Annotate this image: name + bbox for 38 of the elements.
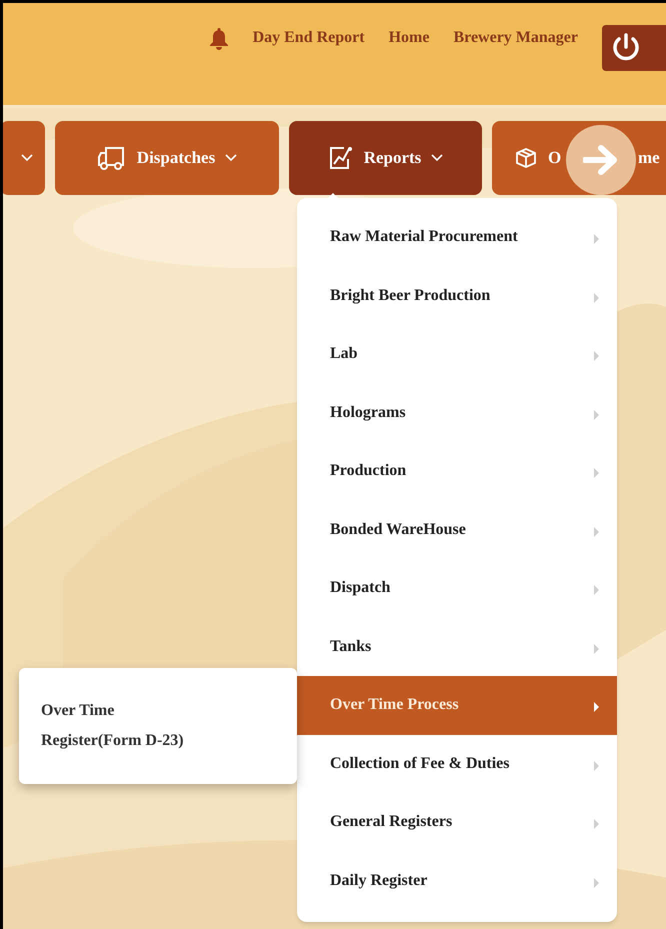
truck-icon [96,145,127,171]
caret-right-icon [594,760,599,771]
bell-icon[interactable] [208,27,229,51]
caret-right-icon [594,351,599,362]
caret-right-icon [594,702,599,712]
nav-tab[interactable]: Dispatches [55,121,279,195]
chevron-down-icon [225,154,238,162]
submenu-item[interactable]: Over Time Register(Form D-23) [41,696,206,756]
menu-item[interactable]: General Registers [297,793,617,852]
menu-item[interactable]: Raw Material Procurement [297,208,617,266]
arrow-right-icon [583,145,619,175]
menu-item[interactable]: Lab [297,325,617,384]
menu-item[interactable]: Over Time Process [297,676,617,734]
nav-tab[interactable]: Reports [289,121,482,195]
header-link[interactable]: Day End Report [252,26,365,50]
caret-right-icon [594,526,599,537]
header-link[interactable]: Brewery Manager [453,26,578,50]
box-icon [514,146,538,170]
chart-icon [328,145,354,171]
chevron-down-icon [21,154,33,162]
caret-right-icon [594,819,599,830]
chevron-down-icon [431,154,444,162]
menu-item[interactable]: Dispatch [297,559,617,618]
caret-right-icon [594,878,599,888]
menu-item[interactable]: Holograms [297,384,617,442]
menu-item[interactable]: Bright Beer Production [297,266,617,325]
caret-right-icon [594,468,599,478]
power-button[interactable] [602,25,666,71]
menu-item[interactable]: Tanks [297,618,617,676]
caret-right-icon [594,585,599,596]
header-link[interactable]: Home [388,26,430,50]
caret-right-icon [594,644,599,654]
caret-right-icon [594,292,599,303]
menu-item[interactable]: Bonded WareHouse [297,500,617,559]
menu-item[interactable]: Production [297,442,617,500]
caret-right-icon [594,410,599,420]
caret-right-icon [594,234,599,244]
menu-item[interactable]: Collection of Fee & Duties [297,734,617,793]
